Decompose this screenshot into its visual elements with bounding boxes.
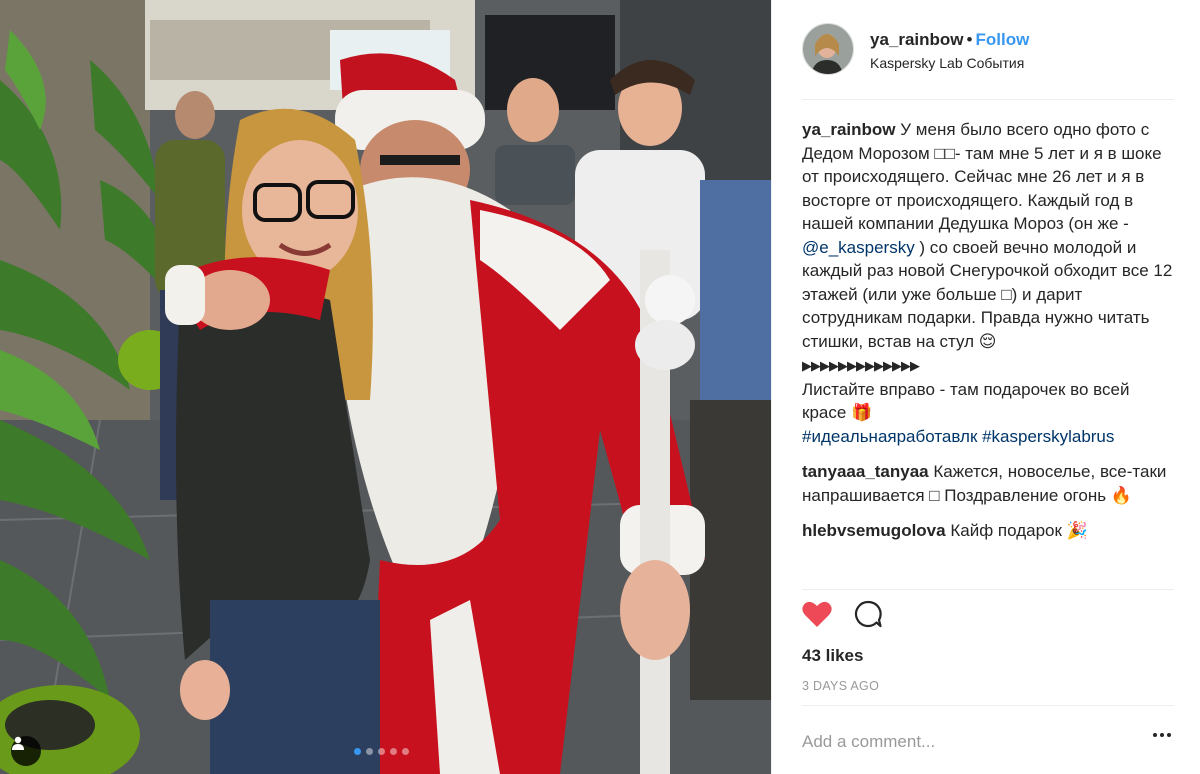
like-button[interactable]: [802, 600, 832, 628]
instagram-post: ya_rainbow • Follow Kaspersky Lab События …: [0, 0, 1200, 774]
divider: [802, 589, 1174, 590]
post-author-username[interactable]: ya_rainbow: [870, 30, 964, 49]
post-header: ya_rainbow • Follow Kaspersky Lab События: [802, 23, 1174, 100]
carousel-dot[interactable]: [354, 748, 361, 755]
header-separator: •: [966, 30, 973, 49]
more-options-button[interactable]: [1153, 733, 1171, 737]
comment-text: Кайф подарок 🎉: [950, 521, 1088, 540]
more-options-icon: [1160, 733, 1164, 737]
caption-arrows: ▶▶▶▶▶▶▶▶▶▶▶▶▶: [802, 358, 920, 373]
avatar-image: [803, 24, 853, 74]
follow-button[interactable]: Follow: [976, 30, 1030, 49]
post-photo[interactable]: [0, 0, 771, 774]
add-comment-input[interactable]: [802, 722, 1162, 762]
speech-bubble-icon: [854, 600, 882, 628]
hashtag-links[interactable]: #идеальнаяработавлк #kasperskylabrus: [802, 427, 1114, 446]
photo-illustration: [0, 0, 771, 774]
carousel-indicator: [354, 748, 409, 755]
comment-item: hlebvsemugolova Кайф подарок 🎉: [802, 519, 1174, 543]
post-actions: [802, 600, 882, 628]
user-tag-button[interactable]: [11, 736, 41, 766]
caption: ya_rainbow У меня было всего одно фото с…: [802, 118, 1174, 448]
comments-list: ya_rainbow У меня было всего одно фото с…: [802, 118, 1174, 555]
post-location[interactable]: Kaspersky Lab События: [870, 55, 1029, 71]
carousel-dot[interactable]: [378, 748, 385, 755]
carousel-dot[interactable]: [390, 748, 397, 755]
comment-author[interactable]: hlebvsemugolova: [802, 521, 946, 540]
caption-author[interactable]: ya_rainbow: [802, 120, 896, 139]
more-options-icon: [1167, 733, 1171, 737]
comment-button[interactable]: [854, 600, 882, 628]
divider: [802, 705, 1174, 706]
post-side-panel: ya_rainbow • Follow Kaspersky Lab События …: [771, 0, 1200, 774]
likes-count[interactable]: 43 likes: [802, 646, 863, 666]
mention-link[interactable]: @e_kaspersky: [802, 238, 915, 257]
comment-author[interactable]: tanyaaa_tanyaa: [802, 462, 929, 481]
heart-icon: [802, 601, 832, 627]
more-options-icon: [1153, 733, 1157, 737]
carousel-dot[interactable]: [402, 748, 409, 755]
avatar[interactable]: [802, 23, 854, 75]
post-timestamp[interactable]: 3 DAYS AGO: [802, 679, 879, 693]
comment-item: tanyaaa_tanyaa Кажется, новоселье, все-т…: [802, 460, 1174, 507]
caption-text: Листайте вправо - там подарочек во всей …: [802, 379, 1130, 423]
carousel-dot[interactable]: [366, 748, 373, 755]
person-icon: [12, 736, 24, 750]
